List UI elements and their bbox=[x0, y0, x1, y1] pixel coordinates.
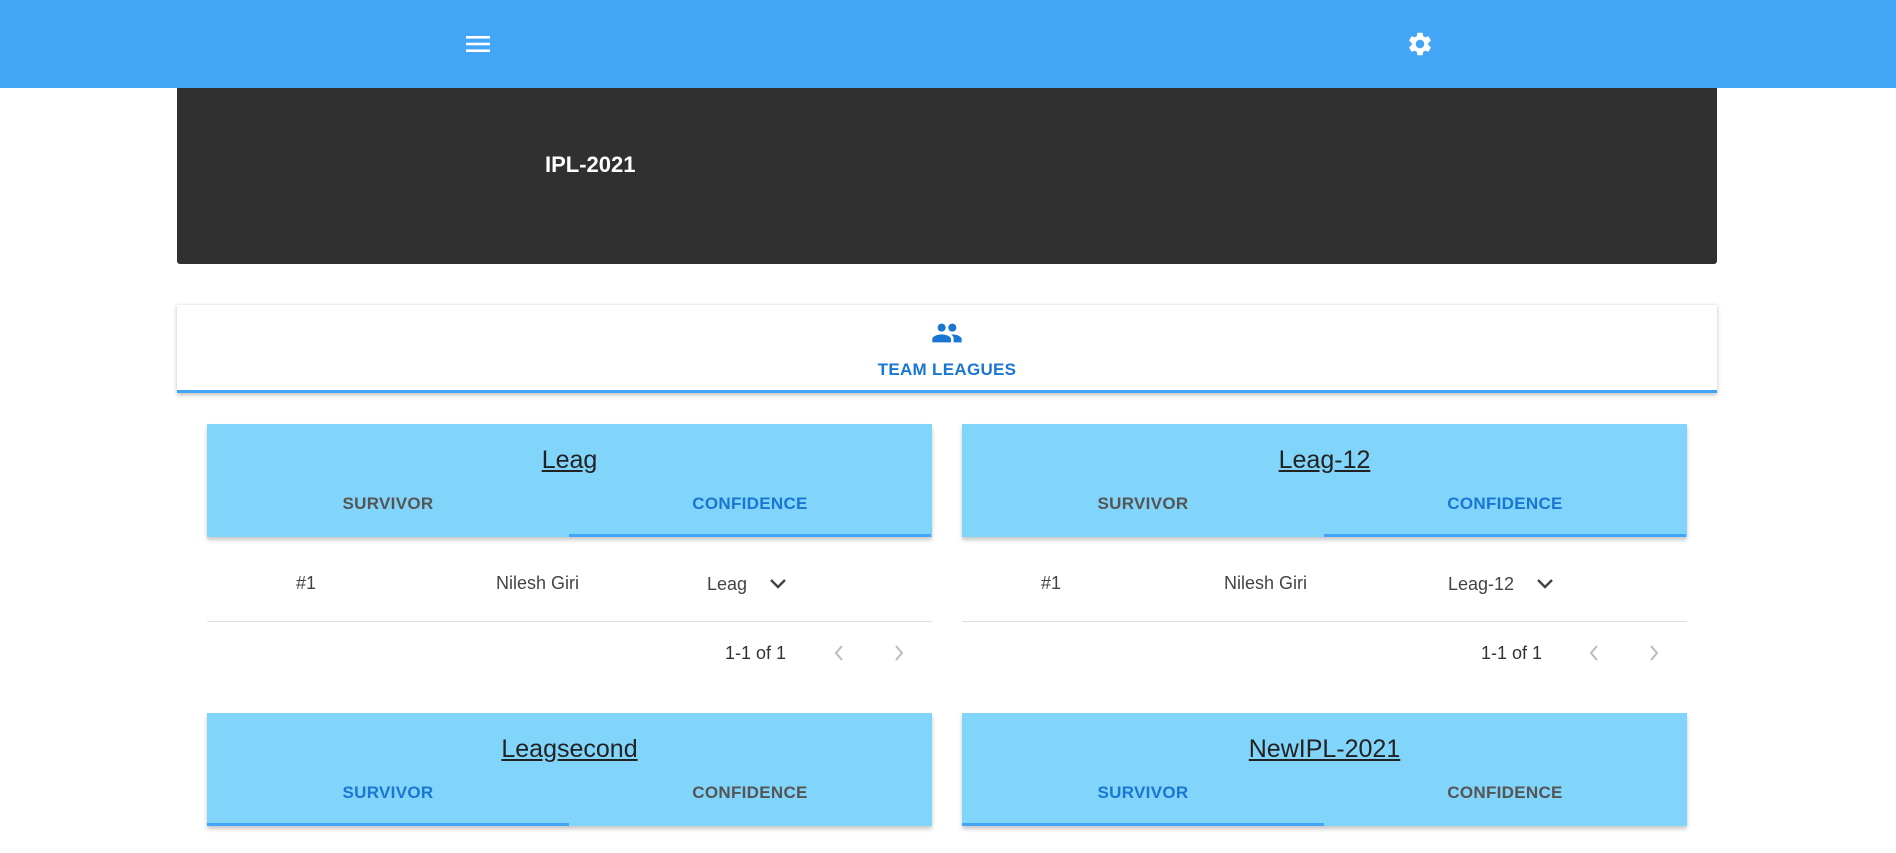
league-name-link[interactable]: Leag bbox=[207, 446, 932, 475]
tab-indicator bbox=[962, 823, 1324, 826]
tab-indicator bbox=[569, 534, 931, 537]
prev-page-button[interactable] bbox=[1577, 636, 1611, 670]
league-card-header: NewIPL-2021 SURVIVOR CONFIDENCE bbox=[962, 713, 1687, 826]
league-card: Leag SURVIVOR CONFIDENCE #1 Nilesh Giri … bbox=[207, 424, 932, 686]
league-card: NewIPL-2021 SURVIVOR CONFIDENCE bbox=[962, 713, 1687, 831]
league-card-header: Leagsecond SURVIVOR CONFIDENCE bbox=[207, 713, 932, 826]
table-row: #1 Nilesh Giri Leag-12 bbox=[962, 547, 1687, 622]
chevron-right-icon bbox=[895, 645, 904, 661]
tab-indicator bbox=[1324, 534, 1686, 537]
player-cell: Nilesh Giri bbox=[1224, 573, 1308, 593]
gear-icon bbox=[1409, 32, 1431, 56]
event-title: IPL-2021 bbox=[545, 152, 636, 177]
tab-label: TEAM LEAGUES bbox=[877, 360, 1017, 379]
app-bar bbox=[0, 0, 1896, 88]
pagination-range: 1-1 of 1 bbox=[725, 643, 787, 663]
league-name-link[interactable]: NewIPL-2021 bbox=[962, 735, 1687, 764]
pagination: 1-1 of 1 bbox=[962, 622, 1687, 686]
tab-indicator bbox=[207, 823, 569, 826]
tab-confidence[interactable]: CONFIDENCE bbox=[569, 783, 931, 803]
league-card: Leag-12 SURVIVOR CONFIDENCE #1 Nilesh Gi… bbox=[962, 424, 1687, 686]
rank-cell: #1 bbox=[296, 573, 317, 593]
group-icon bbox=[932, 323, 962, 343]
league-select[interactable]: Leag bbox=[707, 561, 787, 607]
chevron-right-icon bbox=[1650, 645, 1659, 661]
prev-page-button[interactable] bbox=[822, 636, 856, 670]
league-tab-bar: TEAM LEAGUES bbox=[177, 304, 1717, 393]
tab-survivor[interactable]: SURVIVOR bbox=[207, 494, 569, 514]
league-card-header: Leag-12 SURVIVOR CONFIDENCE bbox=[962, 424, 1687, 537]
tab-survivor[interactable]: SURVIVOR bbox=[962, 783, 1324, 803]
league-select-value: Leag-12 bbox=[1448, 573, 1515, 594]
tab-confidence[interactable]: CONFIDENCE bbox=[1324, 494, 1686, 514]
chevron-left-icon bbox=[834, 645, 843, 661]
pagination-range: 1-1 of 1 bbox=[1481, 643, 1543, 663]
next-page-button[interactable] bbox=[882, 636, 916, 670]
league-select[interactable]: Leag-12 bbox=[1448, 561, 1554, 607]
rank-cell: #1 bbox=[1041, 573, 1062, 593]
league-card-header: Leag SURVIVOR CONFIDENCE bbox=[207, 424, 932, 537]
event-banner: IPL-2021 bbox=[177, 88, 1717, 264]
league-card: Leagsecond SURVIVOR CONFIDENCE bbox=[207, 713, 932, 831]
menu-button[interactable] bbox=[456, 22, 500, 66]
next-page-button[interactable] bbox=[1637, 636, 1671, 670]
menu-icon bbox=[466, 36, 490, 52]
tab-survivor[interactable]: SURVIVOR bbox=[207, 783, 569, 803]
pagination: 1-1 of 1 bbox=[207, 622, 932, 686]
chevron-down-icon bbox=[770, 579, 786, 589]
chevron-left-icon bbox=[1589, 645, 1598, 661]
tab-indicator bbox=[177, 390, 1717, 393]
settings-button[interactable] bbox=[1398, 22, 1442, 66]
tab-team-leagues[interactable]: TEAM LEAGUES bbox=[177, 305, 1717, 393]
league-name-link[interactable]: Leagsecond bbox=[207, 735, 932, 764]
table-row: #1 Nilesh Giri Leag bbox=[207, 547, 932, 622]
tab-confidence[interactable]: CONFIDENCE bbox=[569, 494, 931, 514]
tab-survivor[interactable]: SURVIVOR bbox=[962, 494, 1324, 514]
league-name-link[interactable]: Leag-12 bbox=[962, 446, 1687, 475]
chevron-down-icon bbox=[1537, 579, 1553, 589]
tab-confidence[interactable]: CONFIDENCE bbox=[1324, 783, 1686, 803]
league-select-value: Leag bbox=[707, 573, 748, 594]
player-cell: Nilesh Giri bbox=[496, 573, 580, 593]
